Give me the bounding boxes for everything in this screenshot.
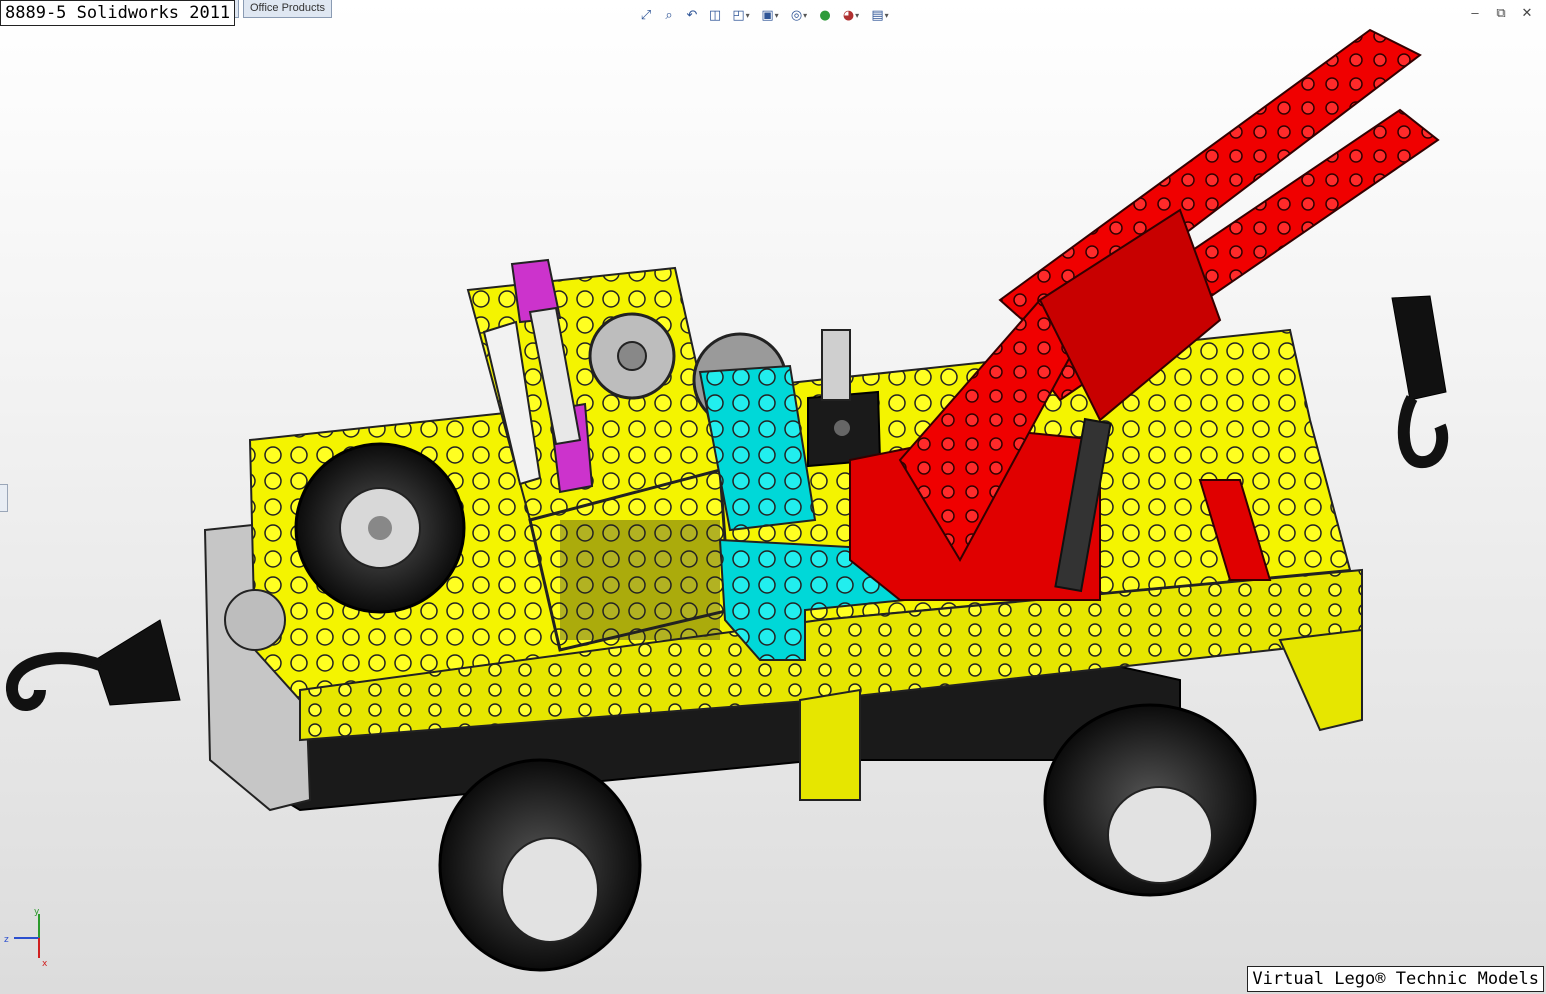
front-tow-hook: [94, 619, 181, 706]
gray-axle: [821, 329, 851, 401]
view-orientation-icon[interactable]: ◰: [728, 5, 754, 25]
minimize-icon[interactable]: –: [1468, 6, 1482, 20]
axis-y-label: y: [34, 907, 40, 917]
hide-show-items-icon[interactable]: ◎: [786, 5, 812, 25]
watermark-caption: Virtual Lego® Technic Models: [1247, 966, 1544, 992]
axis-x-label: x: [42, 959, 48, 968]
close-icon[interactable]: ✕: [1520, 6, 1534, 20]
display-style-icon[interactable]: ▣: [757, 5, 783, 25]
window-controls: – ⧉ ✕: [1468, 6, 1534, 20]
front-gear: [224, 589, 286, 651]
section-view-icon[interactable]: ◫: [705, 5, 725, 25]
crane-hook: [1391, 295, 1447, 401]
axis-z-label: z: [4, 935, 9, 945]
lego-tow-truck-model: [6, 28, 1449, 972]
zoom-to-area-icon[interactable]: ⌕: [659, 5, 679, 25]
zoom-to-fit-icon[interactable]: ⤢: [636, 5, 656, 25]
reference-triad: y z x: [4, 907, 48, 968]
cab-interior: [560, 520, 720, 640]
yellow-front-support: [1278, 628, 1363, 732]
edit-appearance-icon[interactable]: ●: [815, 5, 835, 25]
document-title: 8889-5 Solidworks 2011: [0, 0, 236, 26]
heads-up-view-toolbar: ⤢ ⌕ ↶ ◫ ◰ ▣ ◎ ● ◕ ▤: [636, 4, 893, 26]
restore-icon[interactable]: ⧉: [1494, 6, 1508, 20]
yellow-rear-support: [799, 688, 861, 801]
apply-scene-icon[interactable]: ◕: [838, 5, 864, 25]
previous-view-icon[interactable]: ↶: [682, 5, 702, 25]
feature-manager-handle[interactable]: [0, 484, 8, 512]
view-settings-icon[interactable]: ▤: [867, 5, 893, 25]
tab-office-products[interactable]: Office Products: [243, 0, 332, 18]
